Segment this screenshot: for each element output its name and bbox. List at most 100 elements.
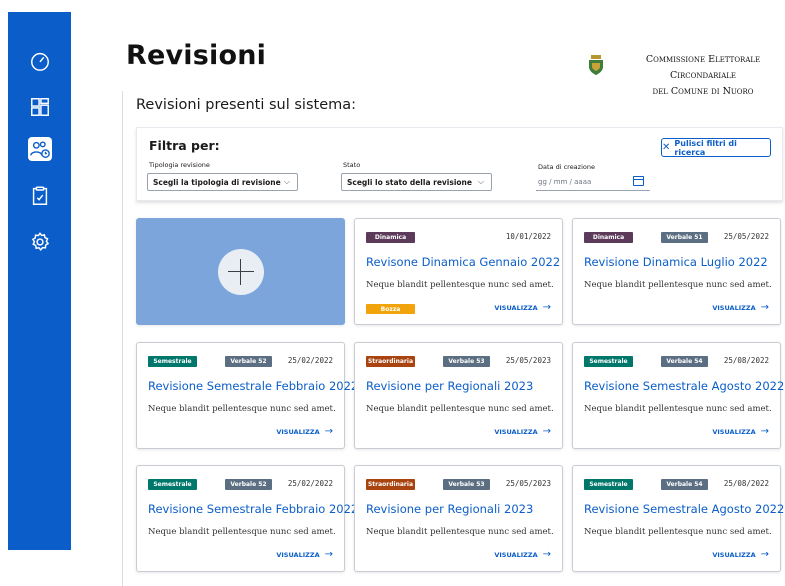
card-description: Neque blandit pellentesque nunc sed amet… (584, 280, 772, 290)
gear-icon[interactable] (28, 230, 52, 254)
card-date: 25/02/2022 (287, 479, 333, 488)
card-title-link[interactable]: Revisione per Regionali 2023 (366, 379, 561, 393)
card-date: 25/05/2023 (505, 356, 551, 365)
add-revision-card[interactable] (136, 218, 345, 325)
sidebar (8, 12, 71, 550)
page-title: Revisioni (126, 40, 267, 71)
verbale-badge: Verbale 52 (225, 356, 272, 367)
revision-card: Dinamica 10/01/2022 Revisone Dinamica Ge… (354, 218, 563, 325)
view-label: VISUALIZZA (494, 427, 538, 436)
arrow-right-icon: → (542, 426, 551, 437)
revision-card: Semestrale Verbale 52 25/02/2022 Revisio… (136, 465, 358, 572)
view-label: VISUALIZZA (712, 550, 756, 559)
filter-title: Filtra per: (149, 138, 220, 153)
arrow-right-icon: → (542, 549, 551, 560)
card-date: 10/01/2022 (505, 232, 551, 241)
chevron-down-icon: ⌵ (477, 177, 484, 186)
verbale-badge: Verbale 52 (225, 479, 272, 490)
arrow-right-icon: → (324, 549, 333, 560)
view-button[interactable]: VISUALIZZA → (494, 426, 551, 437)
revision-card: Semestrale Verbale 54 25/08/2022 Revisio… (572, 465, 784, 572)
view-label: VISUALIZZA (276, 427, 320, 436)
type-select[interactable]: Scegli la tipologia di revisione ⌵ (147, 173, 298, 191)
revision-card: Dinamica Verbale 51 25/05/2022 Revisione… (572, 218, 781, 325)
view-button[interactable]: VISUALIZZA → (276, 549, 333, 560)
clipboard-check-icon[interactable] (28, 184, 52, 208)
clear-filters-label: Pulisci filtri di ricerca (674, 138, 737, 157)
status-badge: Bozza (366, 304, 415, 314)
card-description: Neque blandit pellentesque nunc sed amet… (366, 527, 554, 537)
card-date: 25/05/2023 (505, 479, 551, 488)
clear-filters-button[interactable]: ✕ Pulisci filtri di ricerca (661, 138, 771, 157)
state-select-value: Scegli lo stato della revisione (347, 177, 472, 187)
card-title-link[interactable]: Revisone Dinamica Gennaio 2022 (366, 255, 561, 269)
view-label: VISUALIZZA (494, 303, 538, 312)
view-label: VISUALIZZA (494, 550, 538, 559)
card-description: Neque blandit pellentesque nunc sed amet… (148, 527, 336, 537)
arrow-right-icon: → (760, 549, 769, 560)
dashboard-gauge-icon[interactable] (28, 49, 52, 73)
chevron-down-icon: ⌵ (283, 177, 290, 186)
view-button[interactable]: VISUALIZZA → (712, 426, 769, 437)
users-clock-icon[interactable] (28, 137, 52, 161)
card-title-link[interactable]: Revisione Semestrale Febbraio 2022 (148, 502, 358, 516)
card-date: 25/08/2022 (723, 356, 769, 365)
type-badge: Dinamica (366, 232, 415, 243)
content-divider (122, 91, 123, 586)
creation-date-input[interactable]: gg / mm / aaaa (536, 173, 650, 191)
arrow-right-icon: → (760, 426, 769, 437)
view-label: VISUALIZZA (712, 303, 756, 312)
revision-card: Straordinaria Verbale 53 25/05/2023 Revi… (354, 465, 563, 572)
type-badge: Semestrale (148, 479, 197, 490)
verbale-badge: Verbale 54 (661, 356, 708, 367)
view-button[interactable]: VISUALIZZA → (712, 549, 769, 560)
revision-card: Semestrale Verbale 52 25/02/2022 Revisio… (136, 342, 358, 449)
verbale-badge: Verbale 53 (443, 356, 490, 367)
card-title-link[interactable]: Revisione Semestrale Agosto 2022 (584, 379, 784, 393)
card-description: Neque blandit pellentesque nunc sed amet… (148, 404, 336, 414)
type-badge: Semestrale (148, 356, 197, 367)
view-button[interactable]: VISUALIZZA → (494, 302, 551, 313)
type-select-value: Scegli la tipologia di revisione (153, 177, 281, 187)
type-badge: Semestrale (584, 356, 633, 367)
type-filter-label: Tipologia revisione (149, 161, 210, 169)
card-description: Neque blandit pellentesque nunc sed amet… (584, 527, 772, 537)
type-badge: Dinamica (584, 232, 633, 243)
municipal-emblem-icon (588, 55, 604, 75)
grid-layout-icon[interactable] (28, 95, 52, 119)
verbale-badge: Verbale 53 (443, 479, 490, 490)
card-title-link[interactable]: Revisione per Regionali 2023 (366, 502, 561, 516)
view-label: VISUALIZZA (712, 427, 756, 436)
view-button[interactable]: VISUALIZZA → (276, 426, 333, 437)
state-select[interactable]: Scegli lo stato della revisione ⌵ (341, 173, 492, 191)
verbale-badge: Verbale 54 (661, 479, 708, 490)
date-filter-label: Data di creazione (538, 163, 595, 171)
view-button[interactable]: VISUALIZZA → (494, 549, 551, 560)
type-badge: Straordinaria (366, 479, 415, 490)
card-date: 25/05/2022 (723, 232, 769, 241)
type-badge: Semestrale (584, 479, 633, 490)
view-label: VISUALIZZA (276, 550, 320, 559)
arrow-right-icon: → (542, 302, 551, 313)
card-title-link[interactable]: Revisione Dinamica Luglio 2022 (584, 255, 779, 269)
card-description: Neque blandit pellentesque nunc sed amet… (366, 280, 554, 290)
card-date: 25/08/2022 (723, 479, 769, 488)
view-button[interactable]: VISUALIZZA → (712, 302, 769, 313)
plus-icon (217, 248, 264, 295)
arrow-right-icon: → (760, 302, 769, 313)
card-title-link[interactable]: Revisione Semestrale Febbraio 2022 (148, 379, 358, 393)
commission-line1: Commissione Elettorale Circondariale (645, 54, 761, 81)
section-title: Revisioni presenti sul sistema: (136, 97, 357, 113)
close-icon: ✕ (662, 142, 671, 153)
card-title-link[interactable]: Revisione Semestrale Agosto 2022 (584, 502, 784, 516)
commission-name: Commissione Elettorale Circondariale del… (618, 52, 785, 100)
arrow-right-icon: → (324, 426, 333, 437)
calendar-icon[interactable] (633, 176, 644, 186)
card-description: Neque blandit pellentesque nunc sed amet… (366, 404, 554, 414)
revision-card: Semestrale Verbale 54 25/08/2022 Revisio… (572, 342, 784, 449)
commission-line2: del Comune di Nuoro (652, 86, 754, 97)
type-badge: Straordinaria (366, 356, 415, 367)
revision-card: Straordinaria Verbale 53 25/05/2023 Revi… (354, 342, 563, 449)
filter-panel: Filtra per: ✕ Pulisci filtri di ricerca … (136, 127, 783, 201)
date-placeholder: gg / mm / aaaa (538, 177, 592, 186)
